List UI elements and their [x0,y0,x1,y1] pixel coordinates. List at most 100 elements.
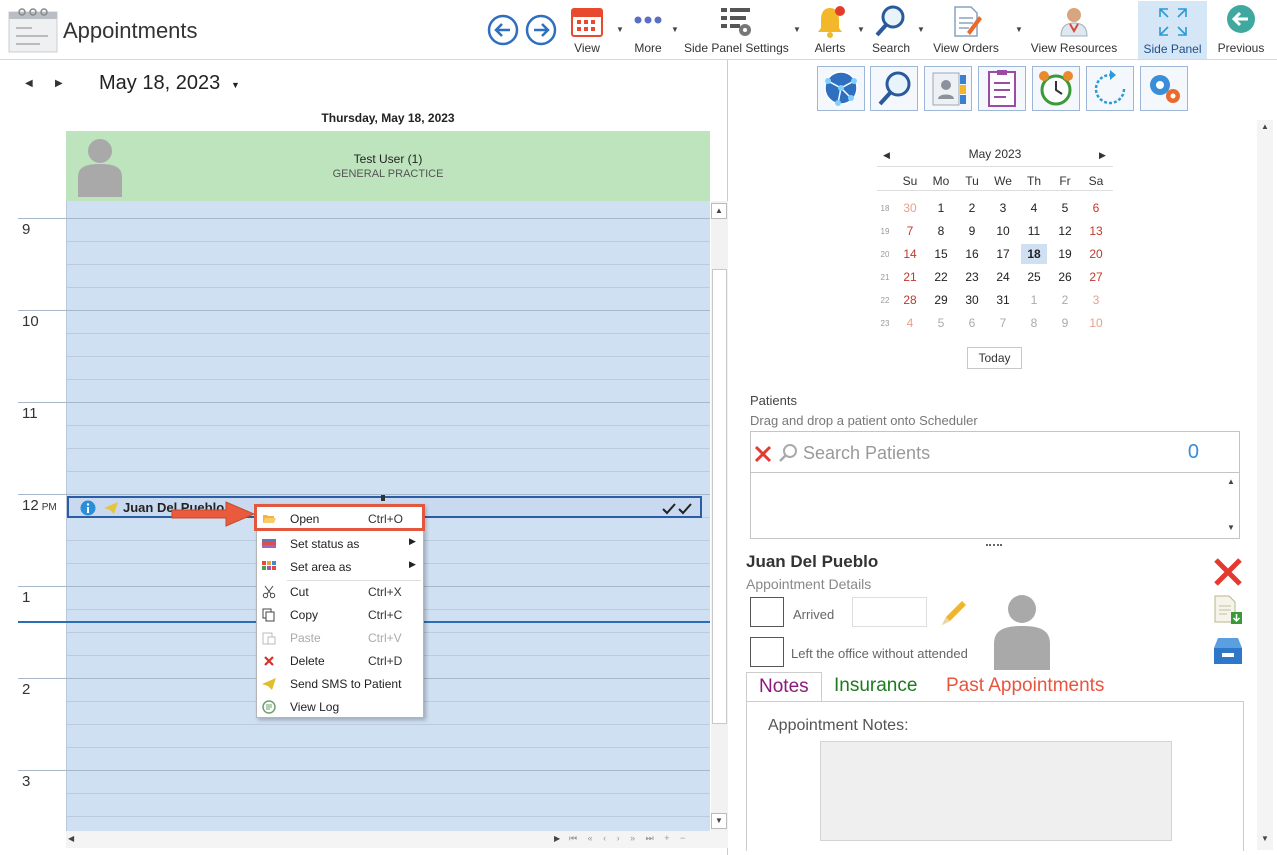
alerts-dropdown-icon[interactable]: ▼ [857,25,865,34]
date-selector[interactable]: May 18, 2023 [99,72,220,95]
calendar-day[interactable]: 4 [897,313,923,333]
calendar-next-icon[interactable]: ▶ [1099,148,1106,162]
tab-past-appointments[interactable]: Past Appointments [934,672,1116,702]
side-panel-scrollbar[interactable]: ▲ ▼ [1257,120,1273,850]
navigation-controls[interactable]: ⏮︎ « ‹ › » ⏭︎ + − [569,833,727,846]
calendar-day[interactable]: 6 [1083,198,1109,218]
alerts-button[interactable]: Alerts [808,0,852,58]
splitter-grip[interactable] [986,544,1002,547]
calendar-day[interactable]: 5 [1052,198,1078,218]
calendar-day[interactable]: 21 [897,267,923,287]
menu-item-copy[interactable]: Copy Ctrl+C [257,604,423,626]
search-button[interactable]: Search [868,0,914,58]
calendar-day[interactable]: 30 [959,290,985,310]
scroll-up-icon[interactable]: ▲ [711,203,727,219]
menu-item-cut[interactable]: Cut Ctrl+X [257,581,423,603]
calendar-day[interactable]: 7 [990,313,1016,333]
calendar-day[interactable]: 18 [1021,244,1047,264]
delete-appointment-icon[interactable] [1212,556,1244,588]
tab-insurance[interactable]: Insurance [822,672,929,702]
calendar-day[interactable]: 30 [897,198,923,218]
prev-date-icon[interactable]: ◀ [25,78,33,89]
calendar-day[interactable]: 2 [1052,290,1078,310]
calendar-day[interactable]: 26 [1052,267,1078,287]
back-arrow-icon[interactable] [487,14,519,46]
view-dropdown-icon[interactable]: ▼ [616,25,624,34]
patient-list[interactable]: ▲ ▼ [750,473,1240,539]
calendar-day[interactable]: 19 [1052,244,1078,264]
tab-notes[interactable]: Notes [746,672,822,702]
previous-button[interactable]: Previous [1213,0,1269,58]
side-panel-settings-dropdown-icon[interactable]: ▼ [793,25,801,34]
calendar-day[interactable]: 1 [1021,290,1047,310]
calendar-day[interactable]: 22 [928,267,954,287]
side-panel-button[interactable]: Side Panel [1138,1,1207,59]
calendar-day[interactable]: 3 [990,198,1016,218]
calendar-day[interactable]: 8 [928,221,954,241]
calendar-day[interactable]: 31 [990,290,1016,310]
menu-item-set-status[interactable]: Set status as ▶ [257,533,423,555]
list-scroll-down-icon[interactable]: ▼ [1223,521,1239,537]
more-dropdown-icon[interactable]: ▼ [671,25,679,34]
calendar-day[interactable]: 7 [897,221,923,241]
arrived-time-input[interactable] [852,597,927,627]
archive-tray-icon[interactable] [1212,636,1244,666]
calendar-prev-icon[interactable]: ◀ [883,148,890,162]
side-scroll-down-icon[interactable]: ▼ [1257,832,1273,848]
side-alarm-button[interactable] [1032,66,1080,111]
menu-item-view-log[interactable]: View Log [257,696,423,718]
side-contact-button[interactable] [924,66,972,111]
scroll-right-icon[interactable]: ▶ [554,834,560,843]
side-settings-button[interactable] [1140,66,1188,111]
calendar-day[interactable]: 11 [1021,221,1047,241]
view-orders-dropdown-icon[interactable]: ▼ [1015,25,1023,34]
calendar-day[interactable]: 4 [1021,198,1047,218]
calendar-day[interactable]: 9 [959,221,985,241]
menu-item-paste[interactable]: Paste Ctrl+V [257,627,423,649]
calendar-day[interactable]: 10 [990,221,1016,241]
search-dropdown-icon[interactable]: ▼ [917,25,925,34]
calendar-day[interactable]: 12 [1052,221,1078,241]
calendar-day[interactable]: 13 [1083,221,1109,241]
side-panel-settings-button[interactable]: Side Panel Settings [684,0,789,58]
calendar-day[interactable]: 29 [928,290,954,310]
menu-item-send-sms[interactable]: Send SMS to Patient [257,673,423,695]
export-document-icon[interactable] [1213,594,1243,626]
calendar-day[interactable]: 2 [959,198,985,218]
list-scroll-up-icon[interactable]: ▲ [1223,475,1239,491]
calendar-day[interactable]: 10 [1083,313,1109,333]
side-checklist-button[interactable] [978,66,1026,111]
calendar-day[interactable]: 8 [1021,313,1047,333]
calendar-day[interactable]: 16 [959,244,985,264]
patient-search-input[interactable] [803,441,1163,465]
side-scroll-up-icon[interactable]: ▲ [1257,120,1273,136]
calendar-day[interactable]: 3 [1083,290,1109,310]
notes-textarea[interactable] [820,741,1172,841]
calendar-day[interactable]: 25 [1021,267,1047,287]
menu-item-set-area[interactable]: Set area as ▶ [257,556,423,578]
appointment-resize-handle[interactable] [381,495,385,501]
arrived-checkbox[interactable] [750,597,784,627]
calendar-day[interactable]: 9 [1052,313,1078,333]
view-orders-button[interactable]: View Orders [930,0,1002,58]
calendar-day[interactable]: 1 [928,198,954,218]
view-button[interactable]: View [567,0,607,58]
scheduler-horizontal-scrollbar[interactable]: ◀ ▶ ⏮︎ « ‹ › » ⏭︎ + − [66,831,728,848]
calendar-day[interactable]: 24 [990,267,1016,287]
scroll-left-icon[interactable]: ◀ [68,834,74,843]
date-dropdown-icon[interactable]: ▼ [231,80,240,90]
calendar-day[interactable]: 27 [1083,267,1109,287]
calendar-day[interactable]: 6 [959,313,985,333]
scroll-down-icon[interactable]: ▼ [711,813,727,829]
more-button[interactable]: More [627,0,669,58]
side-search-button[interactable] [870,66,918,111]
calendar-day[interactable]: 23 [959,267,985,287]
scroll-thumb[interactable] [712,269,727,724]
calendar-day[interactable]: 28 [897,290,923,310]
calendar-day[interactable]: 15 [928,244,954,264]
next-date-icon[interactable]: ▶ [55,78,63,89]
forward-arrow-icon[interactable] [525,14,557,46]
today-button[interactable]: Today [967,347,1022,369]
calendar-day[interactable]: 5 [928,313,954,333]
calendar-day[interactable]: 20 [1083,244,1109,264]
